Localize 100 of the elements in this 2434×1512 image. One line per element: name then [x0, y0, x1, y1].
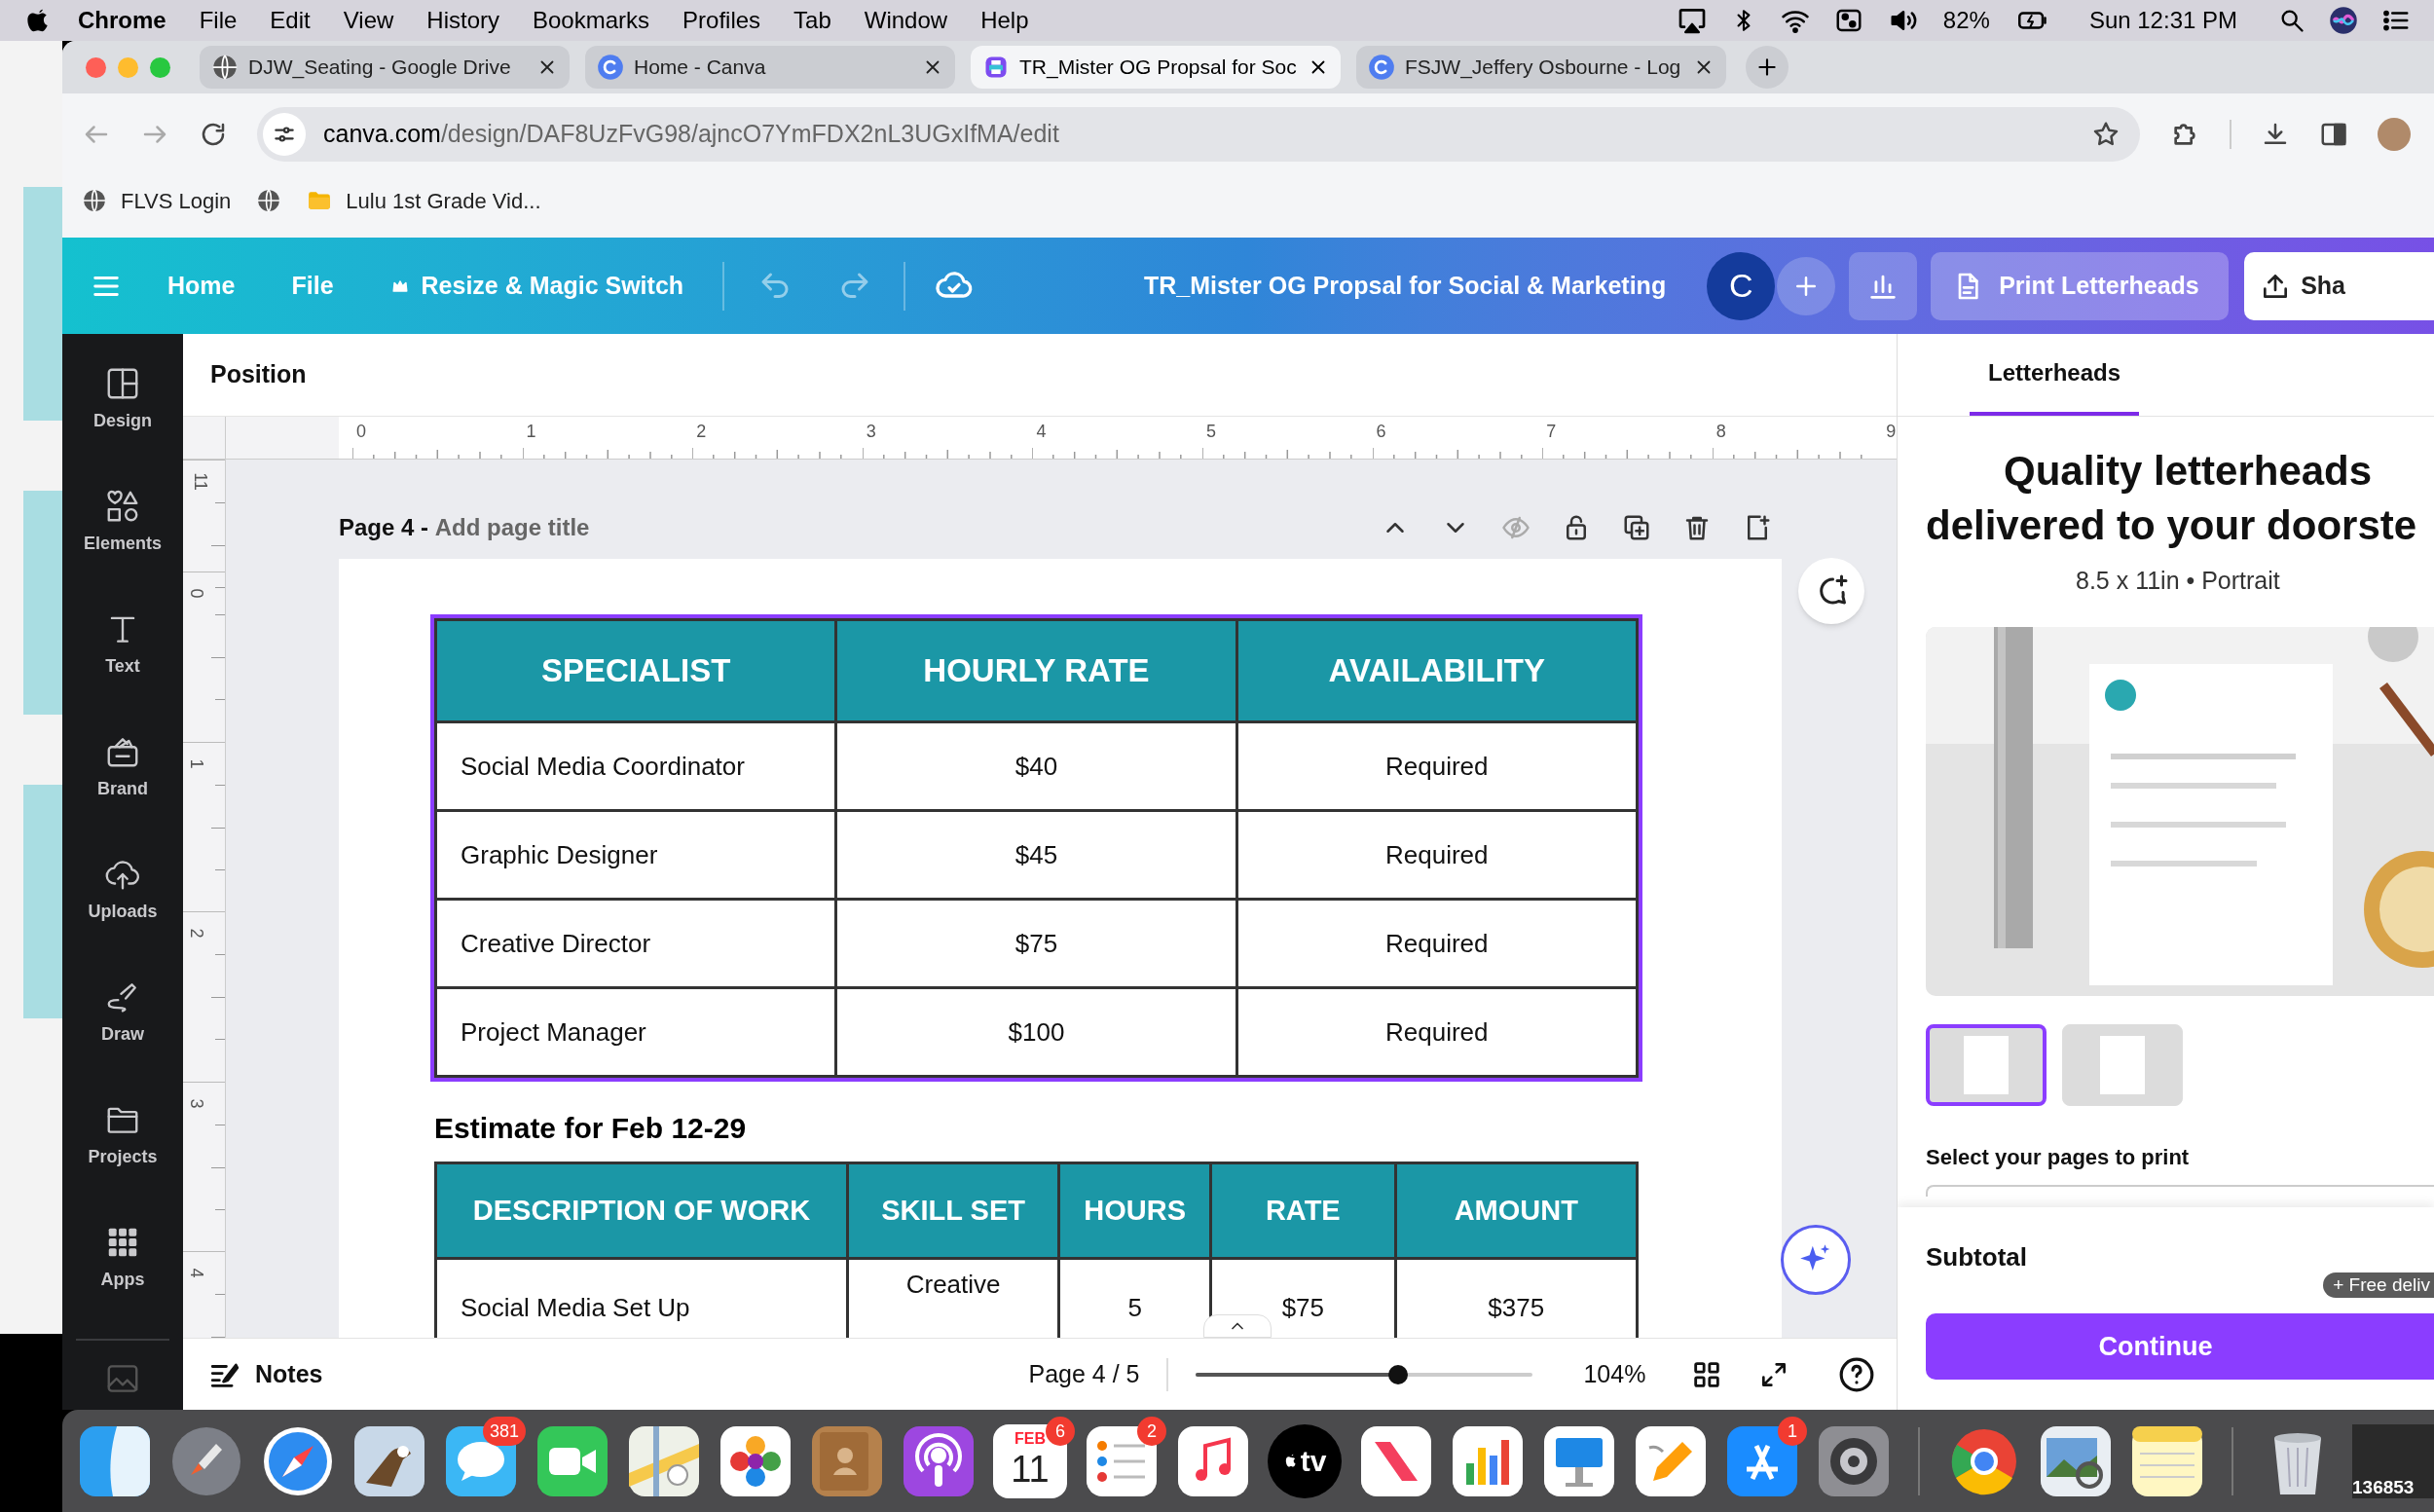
ruler-number: 5 [1205, 421, 1216, 443]
table-cell: $375 [1488, 1293, 1545, 1322]
slider-thumb[interactable] [1388, 1364, 1409, 1384]
insights-button[interactable] [1849, 251, 1918, 320]
notification-badge: 381 [482, 1416, 526, 1446]
podium-icon[interactable] [1542, 1423, 1616, 1498]
browser-tab[interactable]: Home - Canva [585, 46, 955, 89]
table-cell: Required [1236, 987, 1638, 1077]
notepad-icon[interactable] [2130, 1423, 2204, 1498]
orb-icon[interactable] [2329, 6, 2358, 35]
browser-tab[interactable]: DJW_Seating - Google Drive [200, 46, 570, 89]
paper-spec: 8.5 x 11in • Portrait [2076, 566, 2280, 596]
menu-item[interactable]: Profiles [682, 3, 761, 38]
menu-item[interactable]: Tab [793, 3, 831, 38]
photo-viewer-icon[interactable] [2039, 1423, 2113, 1498]
table-header-cell: SPECIALIST [435, 619, 836, 722]
menu-item[interactable]: Window [864, 3, 948, 38]
share-button[interactable]: Sha [2244, 251, 2434, 320]
bar-chart-icon[interactable] [1451, 1423, 1525, 1498]
menu-item[interactable]: History [426, 3, 499, 38]
gear-icon[interactable] [1817, 1423, 1891, 1498]
photo-thumbnail[interactable] [1926, 1023, 2047, 1106]
browser-tab[interactable]: FSJW_Jeffery Osbourne - Log [1356, 46, 1726, 89]
circle-logo-icon [597, 54, 624, 81]
promo-title: delivered to your doorste [1926, 501, 2417, 550]
circle-logo-icon [1368, 54, 1395, 81]
zoom-slider[interactable] [1196, 1363, 1533, 1385]
menu-item[interactable]: File [199, 3, 238, 38]
collapse-handle[interactable] [1203, 1314, 1272, 1338]
book-icon[interactable] [810, 1423, 884, 1498]
pencil-icon[interactable] [1634, 1423, 1708, 1498]
app-menu[interactable]: Chrome [78, 3, 166, 38]
bookmark[interactable]: Lulu 1st Grade Vid... [307, 183, 541, 218]
notes-button[interactable]: Notes [208, 1355, 323, 1393]
music-note-icon[interactable] [1176, 1423, 1250, 1498]
menu-item[interactable]: Edit [270, 3, 311, 38]
checklist-icon[interactable] [1085, 1423, 1159, 1498]
section-label: Select your pages to print [1926, 1143, 2191, 1171]
ruler-number: 4 [1036, 421, 1047, 443]
sidebar-item[interactable]: Apps [69, 1212, 176, 1335]
app-store-icon[interactable] [1725, 1423, 1799, 1498]
url-text: canva.com/design/DAF8UzFvG98/ajncO7YmFDX2nL3UGxIfMA/edit [323, 119, 1060, 150]
table-header-cell: DESCRIPTION OF WORK [435, 1162, 848, 1259]
table-cell: Required [1236, 721, 1638, 811]
sidebar-item[interactable]: Brand [69, 721, 176, 844]
table-cell: Creative [905, 1270, 1001, 1299]
tv-icon[interactable]: tv [1268, 1423, 1342, 1498]
design-title[interactable]: TR_Mister OG Propsal for Social & Marketing [1143, 267, 1667, 305]
page-select-field[interactable] [1926, 1184, 2434, 1197]
flower-icon[interactable] [719, 1423, 793, 1498]
help-icon[interactable] [1838, 1355, 1876, 1393]
panel-tab[interactable]: Letterheads [1970, 334, 2139, 416]
page-title[interactable]: Page 4 - Add page title [339, 510, 590, 545]
table-header-cell: AVAILABILITY [1236, 619, 1638, 722]
table-header-cell: HOURS [1058, 1162, 1211, 1259]
sidebar-item[interactable]: Draw [69, 967, 176, 1089]
user-avatar[interactable]: C [1707, 251, 1776, 320]
add-comment-button[interactable] [1798, 558, 1864, 624]
section-heading: Estimate for Feb 12-29 [434, 1111, 748, 1146]
menu-item[interactable]: View [343, 3, 394, 38]
globe-icon [256, 188, 282, 213]
globe-icon [211, 54, 239, 81]
ruler-number: 6 [1376, 421, 1386, 443]
sidebar-item[interactable]: Design [69, 353, 176, 476]
table-cell: $75 [1281, 1293, 1324, 1322]
address-bar[interactable]: canva.com/design/DAF8UzFvG98/ajncO7YmFDX2nL3UGxIfMA/edit [257, 107, 2140, 162]
menu-item[interactable]: Help [980, 3, 1029, 38]
profile-avatar[interactable] [2378, 118, 2411, 151]
menu-item[interactable]: Bookmarks [533, 3, 650, 38]
sidebar-item[interactable]: Elements [69, 476, 176, 599]
bird-icon[interactable] [352, 1423, 426, 1498]
duplicate-icon[interactable] [1622, 513, 1651, 542]
ruler-number: 4 [185, 1268, 207, 1278]
page-indicator[interactable]: Page 4 / 5 [1028, 1355, 1140, 1393]
table-cell: Creative Director [435, 899, 836, 988]
podcast-icon[interactable] [902, 1423, 976, 1498]
new-tab-button[interactable] [1746, 46, 1789, 89]
battery-percent: 82% [1942, 6, 1990, 35]
sidebar-item[interactable]: Text [69, 599, 176, 721]
browser-tab[interactable]: TR_Mister OG Propsal for Soc [971, 46, 1341, 89]
table-header-cell: RATE [1210, 1162, 1396, 1259]
sidebar-item[interactable]: Projects [69, 1089, 176, 1212]
screenshot-thumbnail[interactable]: 136853 [2352, 1423, 2434, 1498]
ruler-number: 3 [185, 1098, 207, 1109]
two-tone-square-icon[interactable] [78, 1423, 152, 1498]
sidebar-item[interactable]: Uploads [69, 844, 176, 967]
map-icon[interactable] [627, 1423, 701, 1498]
ruler-number: 8 [1715, 421, 1726, 443]
video-camera-icon[interactable] [535, 1423, 609, 1498]
news-icon[interactable] [1359, 1423, 1433, 1498]
speech-bubble-icon[interactable] [444, 1423, 518, 1498]
bookmark[interactable]: FLVS Login [82, 183, 232, 218]
ruler-number: 2 [185, 928, 207, 939]
continue-button[interactable]: Continue [1926, 1313, 2434, 1380]
table-cell: Social Media Coordinator [435, 721, 836, 811]
notification-badge: 6 [1046, 1416, 1075, 1446]
zoom-percent[interactable]: 104% [1583, 1355, 1646, 1393]
ruler-number: 11 [189, 472, 211, 491]
ruler-number: 1 [526, 421, 536, 443]
position-tab[interactable]: Position [210, 356, 307, 393]
